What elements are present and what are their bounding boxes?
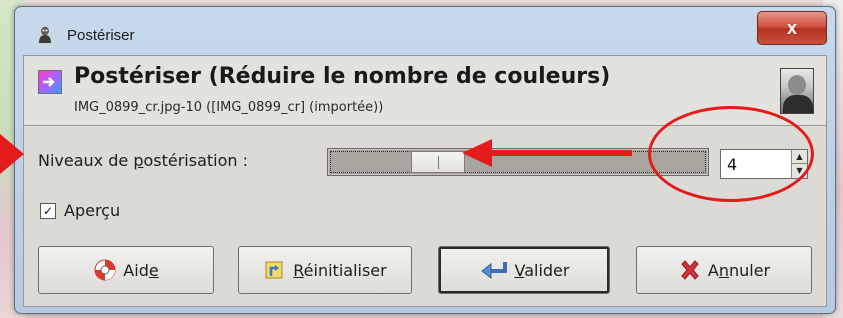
posterize-icon: [38, 70, 62, 94]
preview-toggle[interactable]: ✓ Aperçu: [40, 200, 120, 220]
cancel-button[interactable]: Annuler: [636, 246, 812, 294]
cancel-label: Annuler: [707, 260, 771, 280]
image-name: IMG_0899_cr.jpg-10 ([IMG_0899_cr] (impor…: [74, 100, 384, 115]
return-arrow-icon: [479, 259, 509, 281]
lifebuoy-icon: [93, 258, 117, 282]
ok-button[interactable]: Valider: [438, 246, 610, 294]
window-title: Postériser: [67, 27, 135, 44]
annotation-left-arrow: [0, 134, 24, 174]
close-button[interactable]: x: [757, 11, 827, 45]
gimp-wilber-icon: [37, 26, 53, 44]
help-button[interactable]: Aide: [38, 246, 214, 294]
title-bar[interactable]: Postériser x: [15, 7, 835, 55]
reset-button[interactable]: Réinitialiser: [238, 246, 412, 294]
slider-handle[interactable]: [410, 151, 465, 173]
ok-label: Valider: [514, 260, 570, 280]
close-icon: x: [786, 17, 797, 38]
levels-label: Niveaux de postérisation :: [38, 151, 248, 170]
preview-label: Aperçu: [64, 201, 121, 220]
cancel-x-icon: [678, 258, 702, 282]
reset-label: Réinitialiser: [293, 260, 387, 280]
annotation-ellipse: [648, 106, 814, 202]
annotation-arrow-shaft: [490, 150, 632, 156]
annotation-arrow-head: [462, 139, 492, 167]
reset-icon: [263, 258, 287, 282]
preview-checkbox[interactable]: ✓: [40, 202, 56, 219]
thumbnail-body: [783, 95, 813, 113]
thumbnail-face: [788, 75, 806, 95]
image-thumbnail: [780, 68, 814, 114]
dialog-heading: Postériser (Réduire le nombre de couleur…: [74, 64, 611, 89]
help-label: Aide: [123, 260, 159, 280]
